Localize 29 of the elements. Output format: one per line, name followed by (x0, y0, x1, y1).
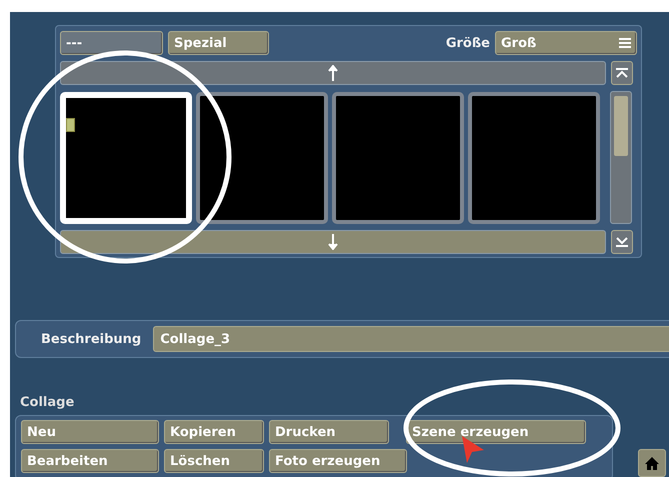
filter-button[interactable]: Spezial (168, 31, 269, 55)
description-field[interactable]: Collage_3 (153, 326, 669, 352)
scroll-bottom-button[interactable] (611, 230, 633, 254)
action-button[interactable]: Drucken (269, 420, 389, 444)
action-button[interactable]: Löschen (164, 449, 264, 473)
home-button[interactable] (638, 449, 666, 477)
blank-button[interactable]: --- (60, 31, 163, 55)
scroll-bottom-icon (616, 237, 628, 247)
scroll-up-bar[interactable] (60, 61, 606, 85)
thumbnail[interactable] (196, 92, 328, 224)
section-title: Collage (20, 395, 74, 410)
action-button[interactable]: Neu (21, 420, 159, 444)
scroll-down-bar[interactable] (60, 230, 606, 254)
description-label: Beschreibung (41, 332, 142, 346)
action-button[interactable]: Kopieren (164, 420, 264, 444)
scroll-top-button[interactable] (611, 61, 633, 85)
action-button[interactable]: Szene erzeugen (406, 420, 586, 444)
thumbnail[interactable] (332, 92, 464, 224)
size-dropdown[interactable]: Groß (495, 31, 637, 55)
scroll-top-icon (616, 68, 628, 78)
up-arrow-icon (328, 65, 338, 81)
action-button[interactable]: Bearbeiten (21, 449, 159, 473)
scrollbar[interactable] (610, 91, 632, 224)
menu-icon (619, 38, 631, 48)
down-arrow-icon (328, 234, 338, 250)
size-label: Größe (446, 36, 490, 50)
thumbnail[interactable] (468, 92, 600, 224)
home-icon (645, 456, 659, 470)
action-button[interactable]: Foto erzeugen (269, 449, 407, 473)
